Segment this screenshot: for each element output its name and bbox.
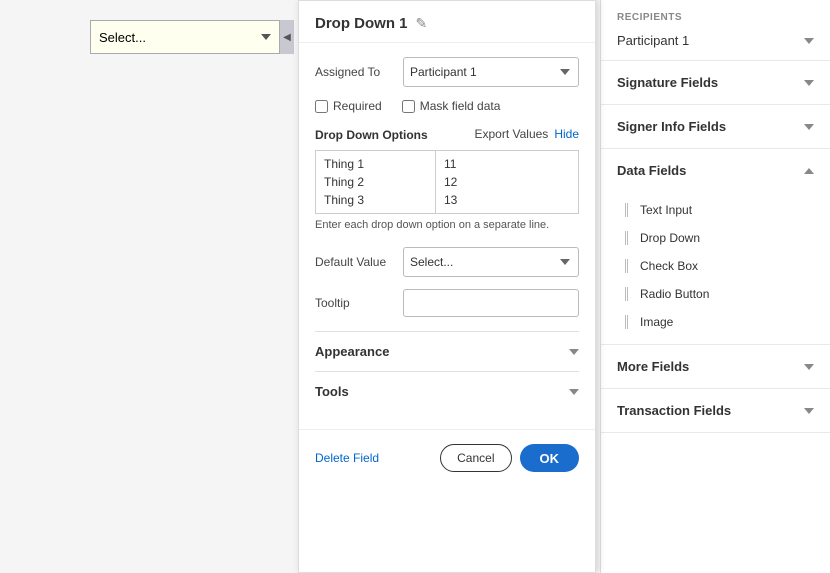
- tooltip-label: Tooltip: [315, 296, 395, 310]
- appearance-label: Appearance: [315, 344, 389, 359]
- data-field-radio-button[interactable]: Radio Button: [601, 280, 830, 308]
- signature-fields-section[interactable]: Signature Fields: [601, 61, 830, 105]
- recipients-section: RECIPIENTS Participant 1: [601, 0, 830, 61]
- mask-checkbox[interactable]: [402, 100, 415, 113]
- tools-label: Tools: [315, 384, 349, 399]
- more-fields-chevron-icon: [804, 364, 814, 370]
- drop-down-label: Drop Down: [640, 231, 700, 245]
- radio-button-label: Radio Button: [640, 287, 709, 301]
- required-checkbox-label[interactable]: Required: [315, 99, 382, 113]
- drag-handle-icon: [625, 203, 628, 217]
- appearance-chevron-icon: [569, 349, 579, 355]
- required-label: Required: [333, 99, 382, 113]
- tools-header[interactable]: Tools: [315, 372, 579, 411]
- option-thing2: Thing 2: [320, 173, 431, 191]
- default-value-row: Default Value Select...: [315, 247, 579, 277]
- recipients-heading: RECIPIENTS: [617, 12, 682, 23]
- signature-fields-title: Signature Fields: [617, 75, 718, 90]
- signer-info-fields-title: Signer Info Fields: [617, 119, 726, 134]
- drag-handle-icon: [625, 287, 628, 301]
- data-fields-items: Text Input Drop Down Check Box Radio But…: [601, 192, 830, 344]
- option-thing3: Thing 3: [320, 191, 431, 209]
- assigned-to-row: Assigned To Participant 1: [315, 57, 579, 87]
- canvas-dropdown-field[interactable]: Select...: [90, 20, 280, 54]
- options-grid: Thing 1 Thing 2 Thing 3 11 12 13: [315, 150, 579, 214]
- data-fields-title: Data Fields: [617, 163, 686, 178]
- appearance-section[interactable]: Appearance: [315, 331, 579, 371]
- participant-name: Participant 1: [617, 33, 689, 48]
- right-sidebar: RECIPIENTS Participant 1 Signature Field…: [600, 0, 830, 573]
- delete-field-link[interactable]: Delete Field: [315, 451, 379, 465]
- recipients-header: RECIPIENTS: [601, 0, 830, 27]
- transaction-fields-title: Transaction Fields: [617, 403, 731, 418]
- tooltip-row: Tooltip: [315, 289, 579, 317]
- signature-fields-chevron-icon: [804, 80, 814, 86]
- panel-header: Drop Down 1 ✎: [299, 1, 595, 43]
- recipients-chevron-icon: [804, 38, 814, 44]
- assigned-to-select[interactable]: Participant 1: [403, 57, 579, 87]
- signer-info-fields-chevron-icon: [804, 124, 814, 130]
- export-values-label: Export Values: [474, 127, 548, 141]
- signer-info-fields-section[interactable]: Signer Info Fields: [601, 105, 830, 149]
- data-fields-section: Data Fields Text Input Drop Down Check B…: [601, 149, 830, 345]
- tools-chevron-icon: [569, 389, 579, 395]
- more-fields-header[interactable]: More Fields: [601, 345, 830, 388]
- panel-body: Assigned To Participant 1 Required Mask …: [299, 43, 595, 425]
- canvas-dropdown-arrow-icon: [261, 34, 271, 40]
- signature-fields-header[interactable]: Signature Fields: [601, 61, 830, 104]
- options-list: Thing 1 Thing 2 Thing 3: [316, 151, 436, 213]
- required-checkbox[interactable]: [315, 100, 328, 113]
- data-fields-chevron-icon: [804, 168, 814, 174]
- export-val-12: 12: [440, 173, 574, 191]
- recipients-row: Participant 1: [601, 27, 830, 60]
- data-field-image[interactable]: Image: [601, 308, 830, 336]
- panel-footer: Delete Field Cancel OK: [299, 429, 595, 486]
- canvas-resize-handle[interactable]: [280, 20, 294, 54]
- image-label: Image: [640, 315, 673, 329]
- signer-info-fields-header[interactable]: Signer Info Fields: [601, 105, 830, 148]
- cancel-button[interactable]: Cancel: [440, 444, 511, 472]
- mask-checkbox-label[interactable]: Mask field data: [402, 99, 501, 113]
- mask-label: Mask field data: [420, 99, 501, 113]
- drag-handle-icon: [625, 315, 628, 329]
- options-label: Drop Down Options: [315, 127, 428, 144]
- more-fields-title: More Fields: [617, 359, 689, 374]
- transaction-fields-section[interactable]: Transaction Fields: [601, 389, 830, 433]
- export-header: Export Values Hide: [474, 127, 579, 141]
- option-thing1: Thing 1: [320, 155, 431, 173]
- data-field-check-box[interactable]: Check Box: [601, 252, 830, 280]
- transaction-fields-header[interactable]: Transaction Fields: [601, 389, 830, 432]
- data-fields-header[interactable]: Data Fields: [601, 149, 830, 192]
- edit-title-icon[interactable]: ✎: [416, 15, 428, 32]
- export-val-11: 11: [440, 155, 574, 173]
- tooltip-input[interactable]: [403, 289, 579, 317]
- options-header: Drop Down Options Export Values Hide: [315, 127, 579, 144]
- tools-section[interactable]: Tools: [315, 371, 579, 411]
- more-fields-section[interactable]: More Fields: [601, 345, 830, 389]
- drag-handle-icon: [625, 259, 628, 273]
- default-value-label: Default Value: [315, 254, 395, 271]
- assigned-to-label: Assigned To: [315, 65, 395, 79]
- drag-handle-icon: [625, 231, 628, 245]
- panel-title: Drop Down 1: [315, 15, 408, 32]
- footer-buttons: Cancel OK: [440, 444, 579, 472]
- transaction-fields-chevron-icon: [804, 408, 814, 414]
- options-hint: Enter each drop down option on a separat…: [315, 218, 579, 233]
- field-properties-panel: Drop Down 1 ✎ Assigned To Participant 1 …: [298, 0, 596, 573]
- data-field-text-input[interactable]: Text Input: [601, 196, 830, 224]
- ok-button[interactable]: OK: [520, 444, 580, 472]
- export-values-list: 11 12 13: [436, 151, 578, 213]
- appearance-header[interactable]: Appearance: [315, 332, 579, 371]
- canvas-dropdown-text: Select...: [99, 30, 146, 45]
- default-value-select[interactable]: Select...: [403, 247, 579, 277]
- drop-down-options-section: Drop Down Options Export Values Hide Thi…: [315, 127, 579, 233]
- text-input-label: Text Input: [640, 203, 692, 217]
- checkbox-row: Required Mask field data: [315, 99, 579, 113]
- export-val-13: 13: [440, 191, 574, 209]
- check-box-label: Check Box: [640, 259, 698, 273]
- data-field-drop-down[interactable]: Drop Down: [601, 224, 830, 252]
- hide-link[interactable]: Hide: [554, 127, 579, 141]
